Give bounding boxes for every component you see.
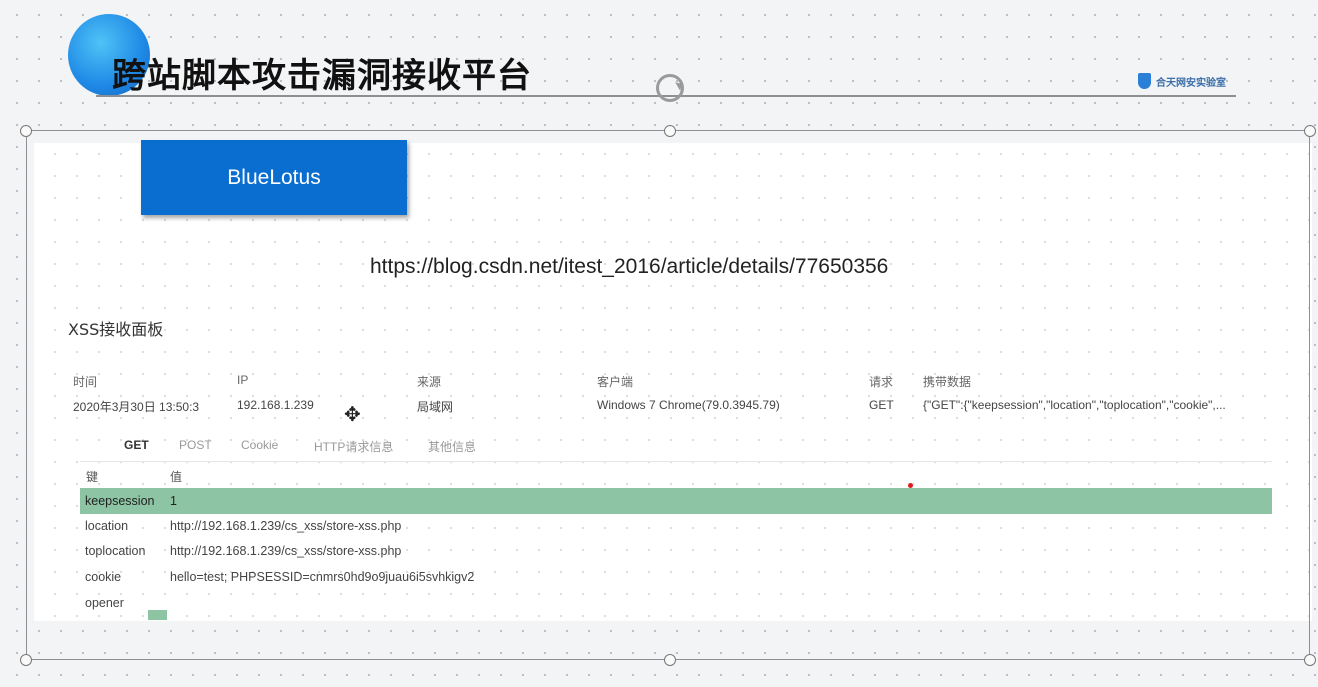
resize-handle-top[interactable] — [664, 125, 676, 137]
slide-title: 跨站脚本攻击漏洞接收平台 — [112, 56, 532, 96]
brand-text: 合天网安实验室 — [1156, 77, 1226, 89]
tab-cookie[interactable]: Cookie — [241, 438, 278, 452]
resize-handle-top-right[interactable] — [1304, 125, 1316, 137]
cell-source[interactable]: 局域网 — [417, 398, 453, 415]
kv-key: keepsession — [85, 494, 155, 508]
tab-http-request-info[interactable]: HTTP请求信息 — [314, 438, 393, 455]
resize-handle-bottom-right[interactable] — [1304, 654, 1316, 666]
cell-ip[interactable]: 192.168.1.239 — [237, 398, 314, 412]
kv-key-header: 键 — [86, 470, 99, 484]
cell-time[interactable]: 2020年3月30日 13:50:3 — [73, 398, 199, 415]
bluelotus-button[interactable]: BlueLotus — [141, 140, 407, 215]
cell-client[interactable]: Windows 7 Chrome(79.0.3945.79) — [597, 398, 780, 412]
column-header-client: 客户端 — [597, 375, 634, 389]
shield-icon — [1138, 73, 1151, 89]
column-header-time: 时间 — [73, 375, 98, 389]
kv-row-opener[interactable]: opener — [80, 590, 1272, 616]
kv-row-toplocation[interactable]: toplocation http://192.168.1.239/cs_xss/… — [80, 538, 1272, 564]
rotate-handle-icon[interactable] — [656, 74, 684, 102]
article-url[interactable]: https://blog.csdn.net/itest_2016/article… — [370, 255, 888, 279]
resize-handle-bottom-left[interactable] — [20, 654, 32, 666]
tab-other-info[interactable]: 其他信息 — [428, 438, 476, 455]
column-header-ip: IP — [237, 373, 249, 387]
scroll-thumb[interactable] — [148, 610, 167, 620]
kv-row-location[interactable]: location http://192.168.1.239/cs_xss/sto… — [80, 513, 1272, 539]
brand-logo: 合天网安实验室 — [1138, 73, 1226, 89]
cell-data[interactable]: {"GET":{"keepsession","location","toploc… — [923, 398, 1226, 412]
presentation-slide: 跨站脚本攻击漏洞接收平台 合天网安实验室 BlueLotus https://b… — [0, 0, 1318, 687]
cell-request[interactable]: GET — [869, 398, 894, 412]
tab-post[interactable]: POST — [179, 438, 212, 452]
panel-heading: XSS接收面板 — [68, 320, 164, 339]
kv-key: cookie — [85, 570, 122, 584]
tab-get[interactable]: GET — [124, 438, 149, 452]
kv-row-keepsession[interactable]: keepsession 1 — [80, 488, 1272, 514]
kv-key: opener — [85, 596, 124, 610]
kv-key: location — [85, 519, 129, 533]
laser-pointer-dot — [908, 483, 913, 488]
tab-divider — [80, 461, 1272, 462]
column-header-data: 携带数据 — [923, 375, 972, 389]
kv-value: http://192.168.1.239/cs_xss/store-xss.ph… — [170, 519, 402, 533]
kv-value-header: 值 — [170, 470, 183, 484]
resize-handle-top-left[interactable] — [20, 125, 32, 137]
column-header-request: 请求 — [869, 375, 894, 389]
column-header-source: 来源 — [417, 375, 442, 389]
kv-value: hello=test; PHPSESSID=cnmrs0hd9o9juau6i5… — [170, 570, 475, 584]
kv-row-cookie[interactable]: cookie hello=test; PHPSESSID=cnmrs0hd9o9… — [80, 564, 1272, 590]
resize-handle-bottom[interactable] — [664, 654, 676, 666]
move-cursor-icon: ✥ — [344, 402, 361, 426]
kv-value: 1 — [170, 494, 177, 508]
kv-key: toplocation — [85, 544, 146, 558]
kv-value: http://192.168.1.239/cs_xss/store-xss.ph… — [170, 544, 402, 558]
